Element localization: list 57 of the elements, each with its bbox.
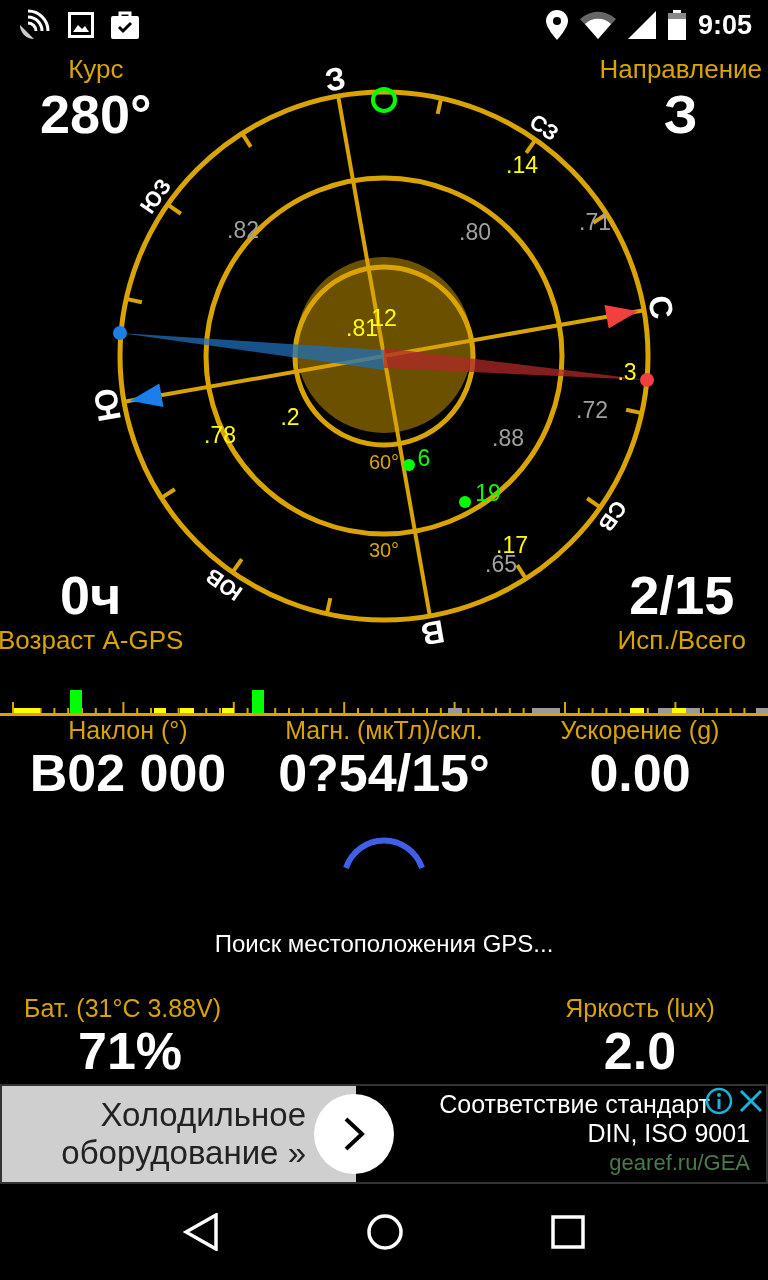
tilt-value: В02 000 — [29, 745, 227, 803]
compass-direction-label: С — [641, 292, 681, 322]
battery-value: 71% — [78, 1023, 183, 1081]
course-value: 280° — [40, 85, 152, 145]
battery-label: Бат. (31°C 3.88V) — [24, 994, 222, 1024]
status-message: Поиск местоположения GPS... — [213, 930, 555, 959]
satellite-label: .88 — [492, 425, 524, 451]
satellite-label: .2 — [280, 404, 300, 430]
image-icon — [68, 12, 94, 38]
magnetic-field-label: Магн. (мкТл)/скл. — [285, 716, 483, 745]
magnetic-field-value: 0?54/15° — [278, 745, 490, 803]
compass-direction-label: СЗ — [524, 108, 564, 147]
satellite-label: .14 — [506, 152, 538, 178]
location-pin-icon — [545, 10, 568, 40]
direction-label: Направление — [599, 54, 762, 85]
back-icon[interactable] — [183, 1213, 220, 1251]
compass-direction-label: В — [418, 613, 448, 653]
compass-direction-label: Ю — [86, 385, 128, 425]
satellite-ring-icon — [371, 87, 397, 113]
recent-apps-icon[interactable] — [550, 1215, 585, 1249]
brightness-value: 2.0 — [603, 1023, 677, 1081]
satellite-label: 6 — [417, 445, 431, 471]
ad-headline: Холодильное оборудование » — [60, 1096, 306, 1172]
tilt-label: Наклон (°) — [68, 716, 188, 745]
agps-age-value: 0ч — [60, 566, 122, 626]
compass-direction-label: З — [322, 59, 349, 99]
acceleration-label: Ускорение (g) — [560, 716, 720, 745]
satellite-label: .72 — [576, 397, 608, 423]
battery-icon — [667, 10, 686, 40]
north-arrow-icon — [604, 304, 639, 329]
satellite-label: .80 — [459, 219, 491, 245]
clock-time: 9:05 — [697, 9, 752, 41]
acceleration-value: 0.00 — [589, 745, 691, 803]
wifi-icon — [579, 11, 616, 39]
cell-signal-icon — [627, 11, 656, 39]
compass-direction-label: ЮЗ — [134, 173, 177, 219]
elevation-label: 60° — [368, 451, 400, 473]
satellite-dish-icon — [18, 9, 52, 41]
direction-value: З — [663, 85, 698, 145]
satellite-label: .82 — [227, 217, 259, 243]
satellite-count-value: 2/15 — [629, 566, 735, 626]
home-icon[interactable] — [366, 1213, 404, 1251]
elevation-label: 30° — [368, 539, 400, 561]
ad-text: DIN, ISO 9001 — [587, 1119, 750, 1148]
chevron-right-icon — [343, 1116, 365, 1152]
brightness-label: Яркость (lux) — [565, 994, 715, 1024]
satellite-label: .3 — [617, 359, 637, 385]
agps-age-label: Возраст A-GPS — [0, 625, 184, 657]
briefcase-check-icon — [110, 10, 140, 40]
compass-direction-label: СВ — [593, 495, 632, 537]
south-arrow-icon — [129, 383, 164, 408]
ad-url[interactable]: gearef.ru/GEA — [609, 1150, 750, 1176]
course-label: Курс — [68, 54, 124, 85]
satellite-count-label: Исп./Всего — [617, 625, 746, 657]
satellite-label: .71 — [579, 209, 611, 235]
ad-panel[interactable]: Холодильное оборудование » — [2, 1086, 356, 1182]
compass-direction-label: ЮВ — [201, 563, 247, 606]
